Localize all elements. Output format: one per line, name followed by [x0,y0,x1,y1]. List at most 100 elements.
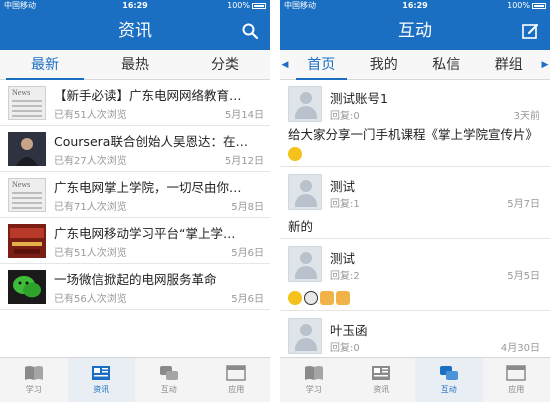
tab-category[interactable]: 分类 [180,50,270,79]
tabbar-label: 互动 [440,385,457,394]
battery-icon [532,2,546,9]
post-reply-count: 回复:2 [330,271,360,282]
post-text: 给大家分享一门手机课程《掌上学院宣传片》 [288,127,539,142]
post-reply-count: 回复:1 [330,199,360,210]
bottom-tab-bar: 学习 资讯 互动 应用 [280,357,550,402]
compose-icon[interactable] [522,23,538,39]
tabbar-label: 应用 [508,385,525,394]
post-date: 4月30日 [500,343,540,354]
avatar[interactable] [288,86,322,122]
news-thumbnail: News [8,86,46,120]
avatar[interactable] [288,318,322,354]
tabbar-label: 应用 [228,385,245,394]
status-bar: 中国移动 16:29 100% [0,0,270,12]
post-emojis[interactable] [288,288,542,306]
news-thumbnail-label: News [12,88,31,97]
news-thumbnail [8,270,46,304]
news-title: 【新手必读】广东电网网络教育… [54,88,242,103]
scroll-left-icon[interactable]: ◀ [280,50,290,79]
news-title: Coursera联合创始人吴恩达：在… [54,134,248,149]
battery-percent: 100% [227,1,250,10]
post-content[interactable]: 给大家分享一门手机课程《掌上学院宣传片》 [288,126,542,162]
avatar[interactable] [288,174,322,210]
book-icon [304,366,323,380]
newspaper-icon [92,366,111,380]
news-tabs: 最新 最热 分类 [0,50,270,80]
news-title: 广东电网移动学习平台“掌上学… [54,226,236,241]
post-date: 5月5日 [507,271,540,282]
news-views: 已有56人次浏览 [54,294,127,305]
scroll-right-icon[interactable]: ▶ [540,50,550,79]
post-header[interactable]: 测试 回复:2 5月5日 [280,242,550,288]
battery-icon [252,2,266,9]
post-date: 3天前 [513,111,540,122]
tabbar-label: 学习 [25,385,42,394]
page-title: 互动 [398,21,432,41]
news-thumbnail-label: News [12,180,31,189]
avatar[interactable] [288,246,322,282]
news-thumbnail [8,132,46,166]
nav-bar: 互动 [280,12,550,50]
battery-status: 100% [227,0,266,12]
panda-emoji-icon [304,290,318,305]
news-views: 已有71人次浏览 [54,202,127,213]
news-date: 5月12日 [224,156,264,167]
post-content[interactable]: 新的 [288,218,542,236]
tab-home[interactable]: 首页 [290,50,353,80]
news-item[interactable]: News 广东电网掌上学院，一切尽由你… 已有71人次浏览 5月8日 [0,172,270,218]
tabbar-study[interactable]: 学习 [0,358,68,402]
post-header[interactable]: 测试账号1 回复:0 3天前 [280,82,550,128]
tabbar-interact[interactable]: 互动 [135,358,203,402]
tabbar-label: 学习 [305,385,322,394]
status-bar: 中国移动 16:29 100% [280,0,550,12]
tab-messages[interactable]: 私信 [415,50,478,79]
news-date: 5月6日 [231,294,264,305]
news-date: 5月8日 [231,202,264,213]
window-icon [506,365,526,381]
tabbar-interact[interactable]: 互动 [415,358,483,402]
tabbar-study[interactable]: 学习 [280,358,348,402]
post-header[interactable]: 叶玉函 回复:0 4月30日 [280,314,550,357]
tabbar-news[interactable]: 资讯 [67,358,135,402]
news-date: 5月14日 [224,110,264,121]
news-item[interactable]: 一场微信掀起的电网服务革命 已有56人次浏览 5月6日 [0,264,270,310]
news-list: News 【新手必读】广东电网网络教育… 已有51人次浏览 5月14日 Cour… [0,80,270,357]
news-title: 广东电网掌上学院，一切尽由你… [54,180,242,195]
screen-divider [270,0,280,402]
tab-groups[interactable]: 群组 [478,50,541,79]
news-item[interactable]: 广东电网移动学习平台“掌上学… 已有51人次浏览 5月6日 [0,218,270,264]
tabbar-apps[interactable]: 应用 [483,358,550,402]
news-date: 5月6日 [231,248,264,259]
tab-latest[interactable]: 最新 [0,50,90,80]
tab-mine[interactable]: 我的 [353,50,416,79]
interaction-screen: 中国移动 16:29 100% 互动 ◀ 首页 我的 私信 群组 ▶ 测试账号1… [280,0,550,402]
chat-bubbles-icon [439,366,458,380]
nav-bar: 资讯 [0,12,270,50]
book-icon [24,366,43,380]
tabbar-label: 资讯 [373,385,390,394]
news-title: 一场微信掀起的电网服务革命 [54,272,217,287]
emoji-icon [288,146,302,161]
news-screen: 中国移动 16:29 100% 资讯 最新 最热 分类 News 【新手必读】广… [0,0,270,402]
tab-hot[interactable]: 最热 [90,50,180,79]
tabbar-news[interactable]: 资讯 [348,358,416,402]
tabbar-apps[interactable]: 应用 [203,358,271,402]
post-reply-count: 回复:0 [330,111,360,122]
search-icon[interactable] [242,23,258,39]
tabbar-label: 互动 [160,385,177,394]
post-author: 叶玉函 [330,323,368,338]
post-author: 测试账号1 [330,91,388,106]
post-reply-count: 回复:0 [330,343,360,354]
battery-status: 100% [507,0,546,12]
victory-hand-icon [336,290,350,305]
emoji-icon [288,290,302,305]
tabbar-label: 资讯 [93,385,110,394]
interaction-tabs: ◀ 首页 我的 私信 群组 ▶ [280,50,550,80]
post-date: 5月7日 [507,199,540,210]
news-item[interactable]: Coursera联合创始人吴恩达：在… 已有27人次浏览 5月12日 [0,126,270,172]
news-item[interactable]: News 【新手必读】广东电网网络教育… 已有51人次浏览 5月14日 [0,80,270,126]
news-thumbnail: News [8,178,46,212]
post-author: 测试 [330,251,356,266]
bottom-tab-bar: 学习 资讯 互动 应用 [0,357,270,402]
post-header[interactable]: 测试 回复:1 5月7日 [280,170,550,216]
